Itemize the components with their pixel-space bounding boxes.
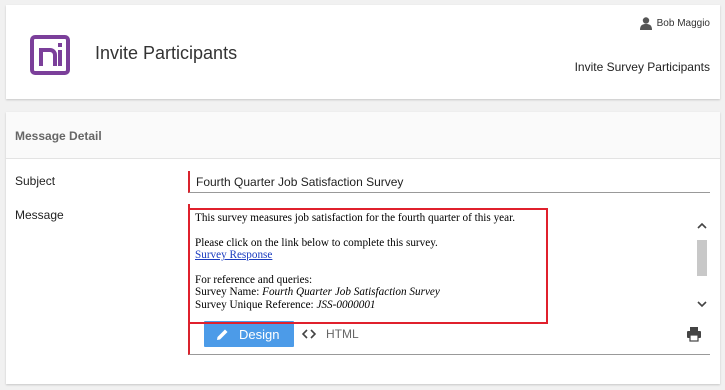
chevron-down-icon[interactable] — [696, 298, 708, 310]
message-line: For reference and queries: — [195, 273, 313, 286]
app-logo — [30, 35, 70, 75]
message-line: Please click on the link below to comple… — [195, 236, 438, 249]
message-detail-card: Message Detail Subject Message This surv… — [6, 112, 720, 384]
code-icon — [302, 329, 316, 339]
scrollbar-thumb[interactable] — [697, 240, 707, 276]
user-icon — [639, 17, 652, 30]
design-tab[interactable]: Design — [204, 321, 294, 347]
pencil-icon — [217, 329, 228, 340]
html-tab-label: HTML — [326, 327, 359, 341]
subject-field[interactable] — [188, 171, 710, 193]
message-line: This survey measures job satisfaction fo… — [195, 212, 515, 224]
editor-content[interactable]: This survey measures job satisfaction fo… — [195, 212, 695, 311]
section-header: Message Detail — [6, 112, 720, 159]
message-editor[interactable]: This survey measures job satisfaction fo… — [188, 204, 710, 355]
user-menu[interactable]: Bob Maggio — [639, 17, 710, 30]
editor-scrollbar[interactable] — [694, 220, 710, 320]
html-tab[interactable]: HTML — [302, 321, 359, 347]
section-title: Message Detail — [15, 129, 102, 143]
print-icon[interactable] — [686, 326, 702, 342]
subject-input[interactable] — [190, 171, 710, 192]
header-subtitle: Invite Survey Participants — [574, 60, 710, 74]
design-tab-label: Design — [239, 326, 280, 342]
survey-response-link[interactable]: Survey Response — [195, 249, 272, 261]
survey-name-line: Survey Name: Fourth Quarter Job Satisfac… — [195, 286, 440, 298]
chevron-up-icon[interactable] — [696, 220, 708, 232]
message-label: Message — [15, 208, 64, 222]
header-card: Invite Participants Bob Maggio Invite Su… — [6, 5, 720, 99]
user-name: Bob Maggio — [656, 18, 710, 29]
page-title: Invite Participants — [95, 43, 238, 63]
survey-ref-line: Survey Unique Reference: JSS-0000001 — [195, 298, 376, 311]
subject-label: Subject — [15, 174, 56, 188]
